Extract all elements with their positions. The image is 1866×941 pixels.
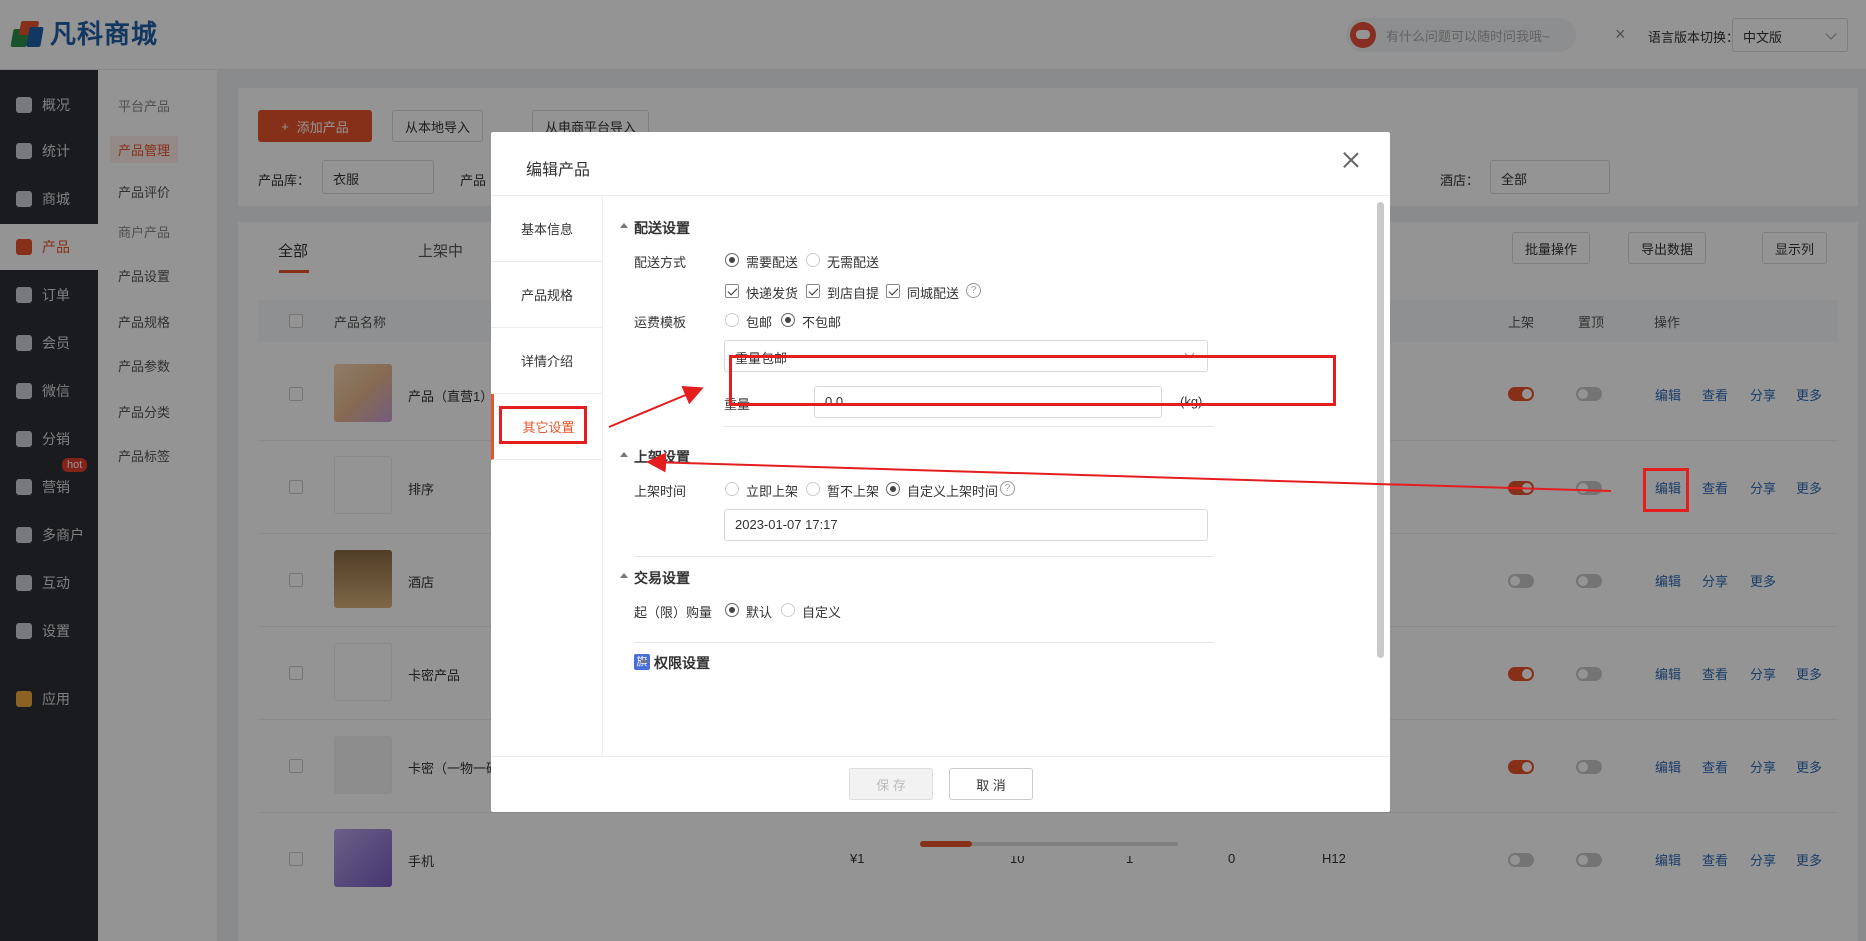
annotation-arrows — [608, 385, 1612, 492]
arrow-to-template — [608, 385, 704, 428]
arrow-to-other-settings — [646, 452, 1612, 492]
